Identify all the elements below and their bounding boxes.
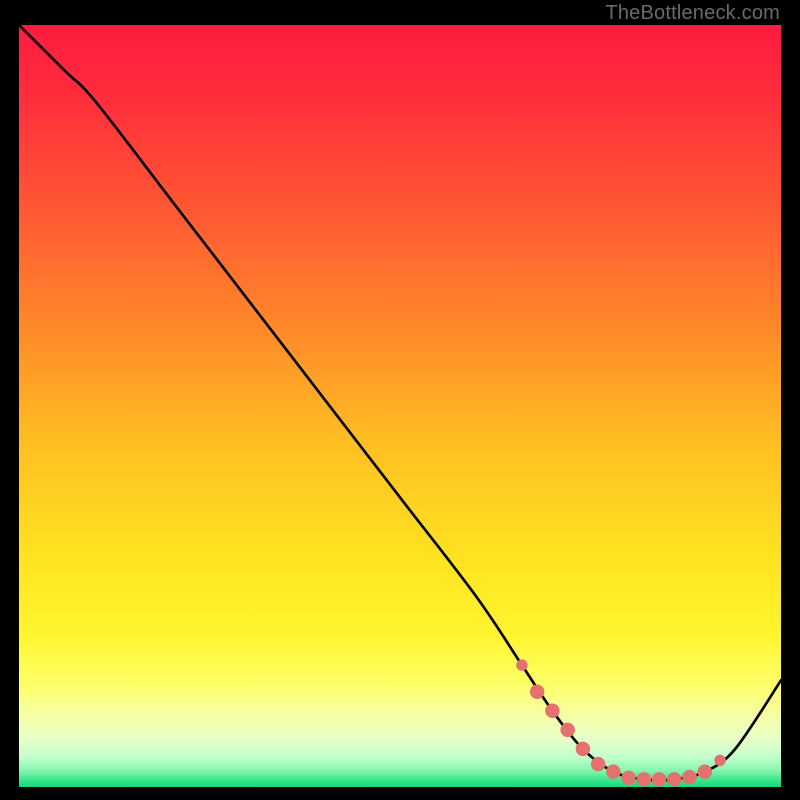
optimal-dot <box>667 772 681 786</box>
watermark-text: TheBottleneck.com <box>605 2 780 25</box>
optimal-dot <box>591 757 605 771</box>
optimal-dot <box>560 723 574 737</box>
optimal-range-dots <box>516 659 726 786</box>
optimal-dot <box>545 704 559 718</box>
optimal-dot <box>714 755 725 766</box>
optimal-dot <box>606 765 620 779</box>
chart-stage: TheBottleneck.com <box>0 0 800 800</box>
optimal-dot <box>576 742 590 756</box>
optimal-dot <box>698 765 712 779</box>
optimal-dot <box>637 772 651 786</box>
bottleneck-curve <box>19 25 781 780</box>
curve-layer <box>19 25 781 787</box>
optimal-dot <box>652 772 666 786</box>
optimal-dot <box>682 770 696 784</box>
plot-area <box>19 25 781 787</box>
optimal-dot <box>516 659 527 670</box>
optimal-dot <box>621 771 635 785</box>
optimal-dot <box>530 685 544 699</box>
